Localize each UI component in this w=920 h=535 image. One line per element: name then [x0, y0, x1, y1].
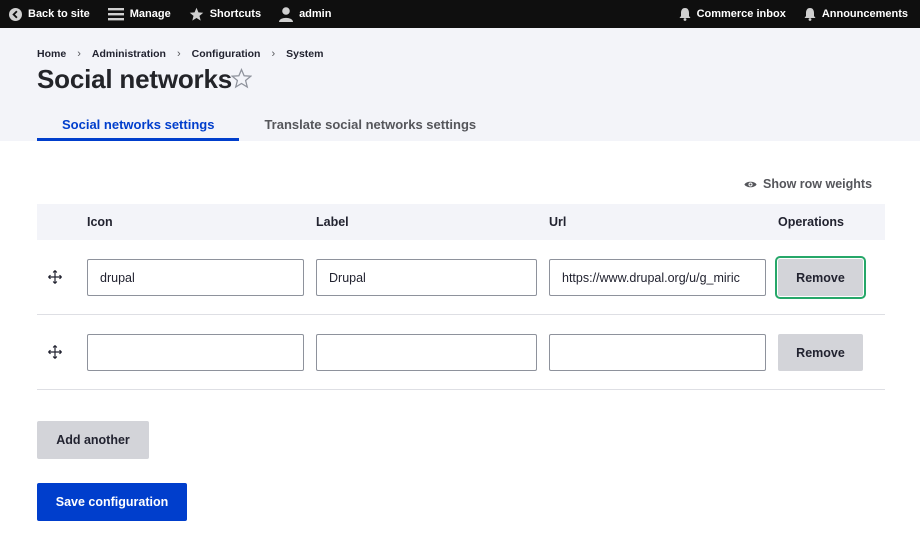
primary-tabs: Social networks settings Translate socia…: [37, 108, 501, 141]
breadcrumb-system[interactable]: System: [286, 48, 323, 60]
tab-social-networks-settings[interactable]: Social networks settings: [37, 108, 240, 141]
add-another-button[interactable]: Add another: [37, 421, 149, 459]
breadcrumb-administration[interactable]: Administration: [92, 48, 166, 60]
announcements-link[interactable]: Announcements: [795, 0, 917, 28]
table-header: Icon Label Url Operations: [37, 204, 885, 240]
drag-handle-icon[interactable]: [48, 345, 62, 359]
breadcrumb: Home › Administration › Configuration › …: [37, 48, 323, 60]
url-input[interactable]: [549, 334, 766, 371]
label-input[interactable]: Drupal: [316, 259, 537, 296]
shortcuts-label: Shortcuts: [209, 8, 262, 20]
star-icon: [189, 7, 203, 21]
breadcrumb-separator: ›: [77, 48, 81, 60]
page-header: Home › Administration › Configuration › …: [0, 28, 920, 141]
page-title: Social networks: [37, 64, 232, 94]
remove-button[interactable]: Remove: [775, 256, 866, 299]
table-row: Remove: [37, 315, 885, 390]
drag-handle-icon[interactable]: [48, 270, 62, 284]
shortcut-star-icon[interactable]: [231, 68, 252, 89]
breadcrumb-separator: ›: [176, 48, 181, 60]
bell-icon: [804, 8, 816, 21]
hamburger-icon: [107, 8, 124, 21]
announcements-label: Announcements: [821, 8, 908, 20]
show-row-weights-label: Show row weights: [763, 177, 873, 191]
social-networks-table: Icon Label Url Operations drupal Drupal …: [37, 204, 885, 390]
column-header-url: Url: [549, 215, 567, 229]
tab-translate-social-networks-settings[interactable]: Translate social networks settings: [239, 108, 501, 141]
user-label: admin: [299, 8, 332, 20]
show-row-weights-toggle[interactable]: Show row weights: [744, 177, 872, 191]
breadcrumb-home[interactable]: Home: [37, 48, 66, 60]
commerce-inbox-link[interactable]: Commerce inbox: [670, 0, 795, 28]
shortcuts-menu[interactable]: Shortcuts: [180, 0, 270, 28]
back-to-site-link[interactable]: Back to site: [0, 0, 99, 28]
admin-toolbar: Back to site Manage Shortcuts admin Comm…: [0, 0, 920, 28]
breadcrumb-separator: ›: [271, 48, 276, 60]
label-input[interactable]: [316, 334, 537, 371]
eye-icon: [744, 181, 757, 187]
breadcrumb-configuration[interactable]: Configuration: [192, 48, 261, 60]
column-header-operations: Operations: [778, 215, 844, 229]
remove-button[interactable]: Remove: [778, 334, 863, 371]
table-row: drupal Drupal https://www.drupal.org/u/g…: [37, 240, 885, 315]
back-arrow-icon: [9, 7, 22, 21]
column-header-label: Label: [316, 215, 349, 229]
icon-input[interactable]: [87, 334, 304, 371]
save-configuration-button[interactable]: Save configuration: [37, 483, 187, 521]
user-menu[interactable]: admin: [270, 0, 340, 28]
commerce-inbox-label: Commerce inbox: [696, 8, 786, 20]
icon-input[interactable]: drupal: [87, 259, 304, 296]
user-icon: [279, 6, 294, 22]
bell-icon: [679, 8, 691, 21]
column-header-icon: Icon: [87, 215, 113, 229]
url-input[interactable]: https://www.drupal.org/u/g_miric: [549, 259, 766, 296]
back-to-site-label: Back to site: [28, 8, 90, 20]
manage-menu[interactable]: Manage: [99, 0, 180, 28]
manage-label: Manage: [129, 8, 171, 20]
